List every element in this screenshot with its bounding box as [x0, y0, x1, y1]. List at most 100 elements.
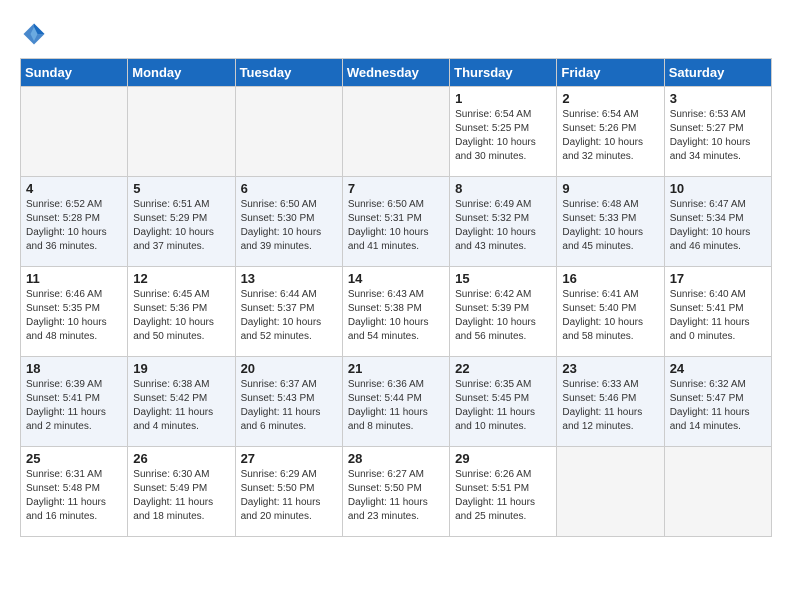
calendar-day-cell: [21, 87, 128, 177]
day-of-week-header: Friday: [557, 59, 664, 87]
day-number: 2: [562, 91, 658, 106]
day-number: 13: [241, 271, 337, 286]
calendar-day-cell: 27Sunrise: 6:29 AM Sunset: 5:50 PM Dayli…: [235, 447, 342, 537]
calendar-week-row: 11 Sunrise: 6:46 AM Sunset: 5:35 PM Dayli…: [21, 267, 772, 357]
day-number: 12: [133, 271, 229, 286]
day-info: Sunrise: 6:47 AM Sunset: 5:34 PM Dayligh…: [670, 198, 766, 254]
day-number: 1: [455, 91, 551, 106]
day-info: Sunrise: 6:45 AM Sunset: 5:36 PM Dayligh…: [133, 288, 229, 344]
day-of-week-header: Thursday: [450, 59, 557, 87]
day-info: Sunrise: 6:46 AM Sunset: 5:35 PM Dayligh…: [26, 288, 122, 344]
calendar-header-row: SundayMondayTuesdayWednesdayThursdayFrid…: [21, 59, 772, 87]
day-of-week-header: Monday: [128, 59, 235, 87]
calendar-week-row: 1 Sunrise: 6:54 AM Sunset: 5:25 PM Daylig…: [21, 87, 772, 177]
calendar-week-row: 25 Sunrise: 6:31 AM Sunset: 5:48 PM Dayli…: [21, 447, 772, 537]
day-of-week-header: Saturday: [664, 59, 771, 87]
calendar-day-cell: 19 Sunrise: 6:38 AM Sunset: 5:42 PM Dayli…: [128, 357, 235, 447]
calendar-day-cell: 24 Sunrise: 6:32 AM Sunset: 5:47 PM Dayli…: [664, 357, 771, 447]
day-number: 18: [26, 361, 122, 376]
calendar-day-cell: 5Sunrise: 6:51 AM Sunset: 5:29 PM Daylig…: [128, 177, 235, 267]
day-number: 26: [133, 451, 229, 466]
calendar-day-cell: 4 Sunrise: 6:52 AM Sunset: 5:28 PM Daylig…: [21, 177, 128, 267]
day-info: Sunrise: 6:37 AM Sunset: 5:43 PM Dayligh…: [241, 378, 337, 434]
calendar-day-cell: [235, 87, 342, 177]
day-info: Sunrise: 6:50 AM Sunset: 5:31 PM Dayligh…: [348, 198, 444, 254]
calendar-day-cell: 22 Sunrise: 6:35 AM Sunset: 5:45 PM Dayli…: [450, 357, 557, 447]
day-info: Sunrise: 6:50 AM Sunset: 5:30 PM Dayligh…: [241, 198, 337, 254]
day-info: Sunrise: 6:44 AM Sunset: 5:37 PM Dayligh…: [241, 288, 337, 344]
day-number: 4: [26, 181, 122, 196]
calendar-day-cell: 7 Sunrise: 6:50 AM Sunset: 5:31 PM Daylig…: [342, 177, 449, 267]
calendar-day-cell: 26Sunrise: 6:30 AM Sunset: 5:49 PM Dayli…: [128, 447, 235, 537]
calendar-day-cell: 14 Sunrise: 6:43 AM Sunset: 5:38 PM Dayli…: [342, 267, 449, 357]
day-info: Sunrise: 6:31 AM Sunset: 5:48 PM Dayligh…: [26, 468, 122, 524]
day-info: Sunrise: 6:42 AM Sunset: 5:39 PM Dayligh…: [455, 288, 551, 344]
logo-icon: [20, 20, 48, 48]
day-number: 7: [348, 181, 444, 196]
day-number: 11: [26, 271, 122, 286]
calendar-day-cell: 8 Sunrise: 6:49 AM Sunset: 5:32 PM Daylig…: [450, 177, 557, 267]
day-number: 5: [133, 181, 229, 196]
day-number: 6: [241, 181, 337, 196]
day-number: 24: [670, 361, 766, 376]
day-number: 23: [562, 361, 658, 376]
day-info: Sunrise: 6:26 AM Sunset: 5:51 PM Dayligh…: [455, 468, 551, 524]
day-info: Sunrise: 6:36 AM Sunset: 5:44 PM Dayligh…: [348, 378, 444, 434]
day-info: Sunrise: 6:27 AM Sunset: 5:50 PM Dayligh…: [348, 468, 444, 524]
calendar-day-cell: 29 Sunrise: 6:26 AM Sunset: 5:51 PM Dayli…: [450, 447, 557, 537]
calendar-day-cell: 10 Sunrise: 6:47 AM Sunset: 5:34 PM Dayli…: [664, 177, 771, 267]
day-number: 19: [133, 361, 229, 376]
calendar-day-cell: 23 Sunrise: 6:33 AM Sunset: 5:46 PM Dayli…: [557, 357, 664, 447]
calendar-day-cell: 2Sunrise: 6:54 AM Sunset: 5:26 PM Daylig…: [557, 87, 664, 177]
calendar-day-cell: 25 Sunrise: 6:31 AM Sunset: 5:48 PM Dayli…: [21, 447, 128, 537]
day-number: 25: [26, 451, 122, 466]
calendar-day-cell: 6 Sunrise: 6:50 AM Sunset: 5:30 PM Daylig…: [235, 177, 342, 267]
calendar-day-cell: 17 Sunrise: 6:40 AM Sunset: 5:41 PM Dayli…: [664, 267, 771, 357]
calendar-day-cell: 13 Sunrise: 6:44 AM Sunset: 5:37 PM Dayli…: [235, 267, 342, 357]
calendar-day-cell: 20Sunrise: 6:37 AM Sunset: 5:43 PM Dayli…: [235, 357, 342, 447]
day-number: 21: [348, 361, 444, 376]
day-info: Sunrise: 6:41 AM Sunset: 5:40 PM Dayligh…: [562, 288, 658, 344]
calendar-day-cell: 12 Sunrise: 6:45 AM Sunset: 5:36 PM Dayli…: [128, 267, 235, 357]
day-info: Sunrise: 6:38 AM Sunset: 5:42 PM Dayligh…: [133, 378, 229, 434]
day-number: 8: [455, 181, 551, 196]
day-number: 29: [455, 451, 551, 466]
calendar-day-cell: [557, 447, 664, 537]
day-number: 14: [348, 271, 444, 286]
day-of-week-header: Tuesday: [235, 59, 342, 87]
day-info: Sunrise: 6:54 AM Sunset: 5:25 PM Dayligh…: [455, 108, 551, 164]
day-info: Sunrise: 6:33 AM Sunset: 5:46 PM Dayligh…: [562, 378, 658, 434]
calendar-day-cell: [128, 87, 235, 177]
day-info: Sunrise: 6:48 AM Sunset: 5:33 PM Dayligh…: [562, 198, 658, 254]
calendar-day-cell: 11 Sunrise: 6:46 AM Sunset: 5:35 PM Dayli…: [21, 267, 128, 357]
day-info: Sunrise: 6:32 AM Sunset: 5:47 PM Dayligh…: [670, 378, 766, 434]
page-header: [20, 20, 772, 48]
calendar-day-cell: 1 Sunrise: 6:54 AM Sunset: 5:25 PM Daylig…: [450, 87, 557, 177]
calendar-day-cell: 15 Sunrise: 6:42 AM Sunset: 5:39 PM Dayli…: [450, 267, 557, 357]
day-info: Sunrise: 6:40 AM Sunset: 5:41 PM Dayligh…: [670, 288, 766, 344]
day-number: 27: [241, 451, 337, 466]
day-info: Sunrise: 6:43 AM Sunset: 5:38 PM Dayligh…: [348, 288, 444, 344]
day-number: 9: [562, 181, 658, 196]
day-info: Sunrise: 6:53 AM Sunset: 5:27 PM Dayligh…: [670, 108, 766, 164]
day-number: 15: [455, 271, 551, 286]
calendar-day-cell: 16Sunrise: 6:41 AM Sunset: 5:40 PM Dayli…: [557, 267, 664, 357]
day-info: Sunrise: 6:52 AM Sunset: 5:28 PM Dayligh…: [26, 198, 122, 254]
calendar-week-row: 4 Sunrise: 6:52 AM Sunset: 5:28 PM Daylig…: [21, 177, 772, 267]
day-number: 10: [670, 181, 766, 196]
calendar-day-cell: 3 Sunrise: 6:53 AM Sunset: 5:27 PM Daylig…: [664, 87, 771, 177]
calendar-day-cell: [664, 447, 771, 537]
calendar-week-row: 18Sunrise: 6:39 AM Sunset: 5:41 PM Dayli…: [21, 357, 772, 447]
calendar-day-cell: 9 Sunrise: 6:48 AM Sunset: 5:33 PM Daylig…: [557, 177, 664, 267]
day-number: 3: [670, 91, 766, 106]
day-of-week-header: Wednesday: [342, 59, 449, 87]
logo: [20, 20, 52, 48]
day-number: 17: [670, 271, 766, 286]
calendar-day-cell: 21 Sunrise: 6:36 AM Sunset: 5:44 PM Dayli…: [342, 357, 449, 447]
day-info: Sunrise: 6:35 AM Sunset: 5:45 PM Dayligh…: [455, 378, 551, 434]
day-of-week-header: Sunday: [21, 59, 128, 87]
calendar-day-cell: 28Sunrise: 6:27 AM Sunset: 5:50 PM Dayli…: [342, 447, 449, 537]
day-number: 22: [455, 361, 551, 376]
day-info: Sunrise: 6:49 AM Sunset: 5:32 PM Dayligh…: [455, 198, 551, 254]
calendar-day-cell: 18Sunrise: 6:39 AM Sunset: 5:41 PM Dayli…: [21, 357, 128, 447]
